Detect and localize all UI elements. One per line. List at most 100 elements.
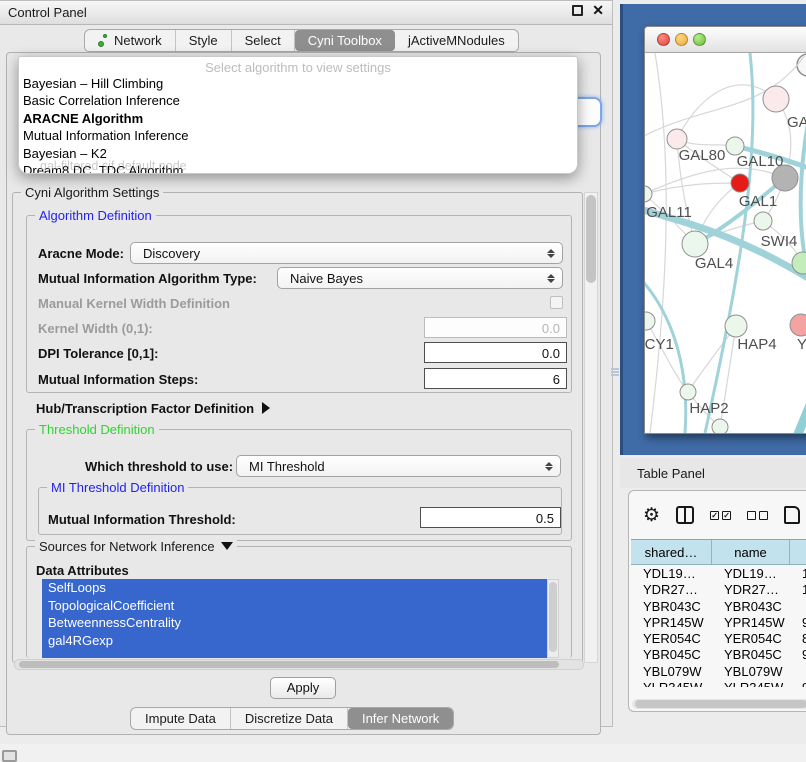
- table-cell: [790, 598, 806, 614]
- attribute-item-selected[interactable]: BetweennessCentrality: [42, 614, 547, 632]
- graph-node[interactable]: [731, 174, 749, 192]
- mi-steps-label: Mutual Information Steps:: [38, 372, 198, 387]
- columns-icon[interactable]: [676, 506, 694, 524]
- sources-title: Sources for Network Inference: [39, 539, 215, 554]
- tab-discretize-data[interactable]: Discretize Data: [231, 708, 348, 729]
- graph-node[interactable]: [712, 419, 728, 434]
- network-graph-canvas[interactable]: GAL7GAL80GAL10GAL1GAL11GAL4SWI4GCY1HAP4Y…: [645, 53, 806, 434]
- control-panel-tab-bar: NetworkStyleSelectCyni ToolboxjActiveMNo…: [84, 29, 519, 52]
- graph-node-gal7[interactable]: [763, 86, 789, 112]
- graph-node-label: GCY1: [645, 336, 674, 353]
- tab-jactivemnodules[interactable]: jActiveMNodules: [395, 30, 518, 51]
- tab-impute-data[interactable]: Impute Data: [131, 708, 231, 729]
- data-attributes-list[interactable]: SelfLoopsTopologicalCoefficientBetweenne…: [42, 579, 547, 658]
- which-threshold-combobox[interactable]: MI Threshold: [236, 455, 561, 477]
- gear-icon[interactable]: ⚙: [643, 506, 660, 525]
- graph-node-label: HAP2: [689, 400, 728, 417]
- table-row[interactable]: YBR043CYBR043C: [631, 598, 806, 614]
- network-window-titlebar[interactable]: [645, 27, 806, 53]
- table-cell: YDL19…: [631, 565, 712, 581]
- graph-node-gal4[interactable]: [682, 231, 708, 257]
- graph-node-label: GAL80: [679, 147, 726, 164]
- inference-algorithm-combo-value: gal-filtered sif default node: [40, 159, 187, 173]
- attributes-scrollbar[interactable]: [547, 579, 559, 658]
- graph-node-y[interactable]: [790, 314, 806, 336]
- aracne-mode-label: Aracne Mode:: [38, 246, 124, 261]
- tab-style[interactable]: Style: [176, 30, 232, 51]
- graph-node-label: GAL11: [646, 204, 692, 221]
- aracne-mode-combobox[interactable]: Discovery: [130, 242, 563, 264]
- network-view-window[interactable]: GAL7GAL80GAL10GAL1GAL11GAL4SWI4GCY1HAP4Y…: [644, 26, 806, 434]
- table-row[interactable]: YBL079WYBL079W: [631, 663, 806, 679]
- table-column-header[interactable]: shared…: [631, 540, 712, 564]
- close-traffic-light-icon[interactable]: [657, 33, 670, 46]
- tab-cyni-toolbox[interactable]: Cyni Toolbox: [295, 30, 395, 51]
- table-column-header[interactable]: name: [712, 540, 790, 564]
- table-row[interactable]: YPR145WYPR145W9.: [631, 614, 806, 630]
- control-panel-titlebar[interactable]: Control Panel ✕: [0, 1, 612, 25]
- attribute-item-selected[interactable]: gal4RGexp: [42, 632, 547, 650]
- algorithm-option[interactable]: Mutual Information Inference: [19, 127, 577, 144]
- algorithm-option[interactable]: Bayesian – Hill Climbing: [19, 75, 577, 92]
- bottom-left-button-partial[interactable]: [2, 750, 17, 762]
- sources-toggle[interactable]: Sources for Network Inference: [35, 539, 237, 554]
- bottom-tab-bar: Impute DataDiscretize DataInfer Network: [130, 707, 454, 730]
- settings-horizontal-scrollbar[interactable]: [14, 659, 584, 670]
- hub-definition-label: Hub/Transcription Factor Definition: [36, 401, 254, 416]
- panel-splitter-grip[interactable]: [611, 367, 619, 378]
- overlay-control-partial-circle[interactable]: [797, 54, 806, 76]
- select-all-checkboxes-icon[interactable]: ✓✓: [710, 511, 731, 520]
- graph-node-gal1[interactable]: [754, 212, 772, 230]
- table-row[interactable]: YBR045CYBR045C9.: [631, 646, 806, 662]
- apply-button[interactable]: Apply: [270, 677, 336, 699]
- manual-kernel-width-checkbox[interactable]: [550, 296, 563, 309]
- algorithm-definition-title: Algorithm Definition: [35, 208, 156, 223]
- control-panel-window: Control Panel ✕ NetworkStyleSelectCyni T…: [0, 0, 613, 727]
- node-table[interactable]: shared…name YDL19…YDL19…13YDR27…YDR27…12…: [631, 539, 806, 687]
- mi-threshold-field[interactable]: [420, 507, 561, 528]
- zoom-traffic-light-icon[interactable]: [693, 33, 706, 46]
- table-cell: YLR345W: [712, 679, 790, 687]
- graph-node-label: GAL7: [787, 114, 806, 131]
- table-row[interactable]: YLR345WYLR345W9.: [631, 679, 806, 687]
- attribute-item-selected[interactable]: TopologicalCoefficient: [42, 597, 547, 615]
- graph-node-hap2[interactable]: [680, 384, 696, 400]
- table-row[interactable]: YDR27…YDR27…12: [631, 581, 806, 597]
- hub-definition-toggle[interactable]: Hub/Transcription Factor Definition: [36, 401, 270, 416]
- table-cell: YER054C: [631, 630, 712, 646]
- dpi-tolerance-label: DPI Tolerance [0,1]:: [38, 346, 158, 361]
- table-horizontal-scrollbar[interactable]: [632, 699, 806, 709]
- graph-node-gcy1[interactable]: [645, 312, 655, 330]
- dpi-tolerance-field[interactable]: [424, 342, 567, 363]
- tab-select[interactable]: Select: [232, 30, 295, 51]
- tab-infer-network[interactable]: Infer Network: [348, 708, 453, 729]
- table-cell: YDR27…: [631, 581, 712, 597]
- algorithm-option[interactable]: Basic Correlation Inference: [19, 92, 577, 109]
- graph-node-label: SWI4: [761, 233, 798, 250]
- stepper-arrows-icon: [546, 249, 555, 258]
- close-icon[interactable]: ✕: [592, 5, 604, 16]
- graph-node-hap4[interactable]: [725, 315, 747, 337]
- table-row[interactable]: YER054CYER054C8.: [631, 630, 806, 646]
- table-cell: 12: [790, 581, 806, 597]
- algorithm-option[interactable]: ARACNE Algorithm: [19, 110, 577, 127]
- right-triangle-icon: [262, 402, 270, 414]
- new-table-icon-partial[interactable]: [784, 506, 800, 524]
- minimize-traffic-light-icon[interactable]: [675, 33, 688, 46]
- table-column-header[interactable]: [790, 540, 806, 564]
- cyni-algorithm-settings-title: Cyni Algorithm Settings: [21, 185, 163, 200]
- attribute-item-selected[interactable]: SelfLoops: [42, 579, 547, 597]
- settings-vertical-scrollbar[interactable]: [584, 192, 598, 663]
- tab-network[interactable]: Network: [85, 30, 176, 51]
- algorithm-dropdown-prompt: Select algorithm to view settings: [19, 57, 577, 75]
- mi-algorithm-type-combobox[interactable]: Naive Bayes: [277, 267, 563, 289]
- float-window-icon[interactable]: [572, 5, 583, 16]
- table-cell: YLR345W: [631, 679, 712, 687]
- graph-node[interactable]: [772, 165, 798, 191]
- graph-node-gal80[interactable]: [667, 129, 687, 149]
- table-panel: ⚙ ✓✓ shared…name YDL19…YDL19…13YDR27…YDR…: [628, 490, 806, 712]
- table-row[interactable]: YDL19…YDL19…13: [631, 565, 806, 581]
- mi-steps-field[interactable]: [424, 368, 567, 389]
- table-cell: YBR045C: [631, 646, 712, 662]
- deselect-all-checkboxes-icon[interactable]: [747, 511, 768, 520]
